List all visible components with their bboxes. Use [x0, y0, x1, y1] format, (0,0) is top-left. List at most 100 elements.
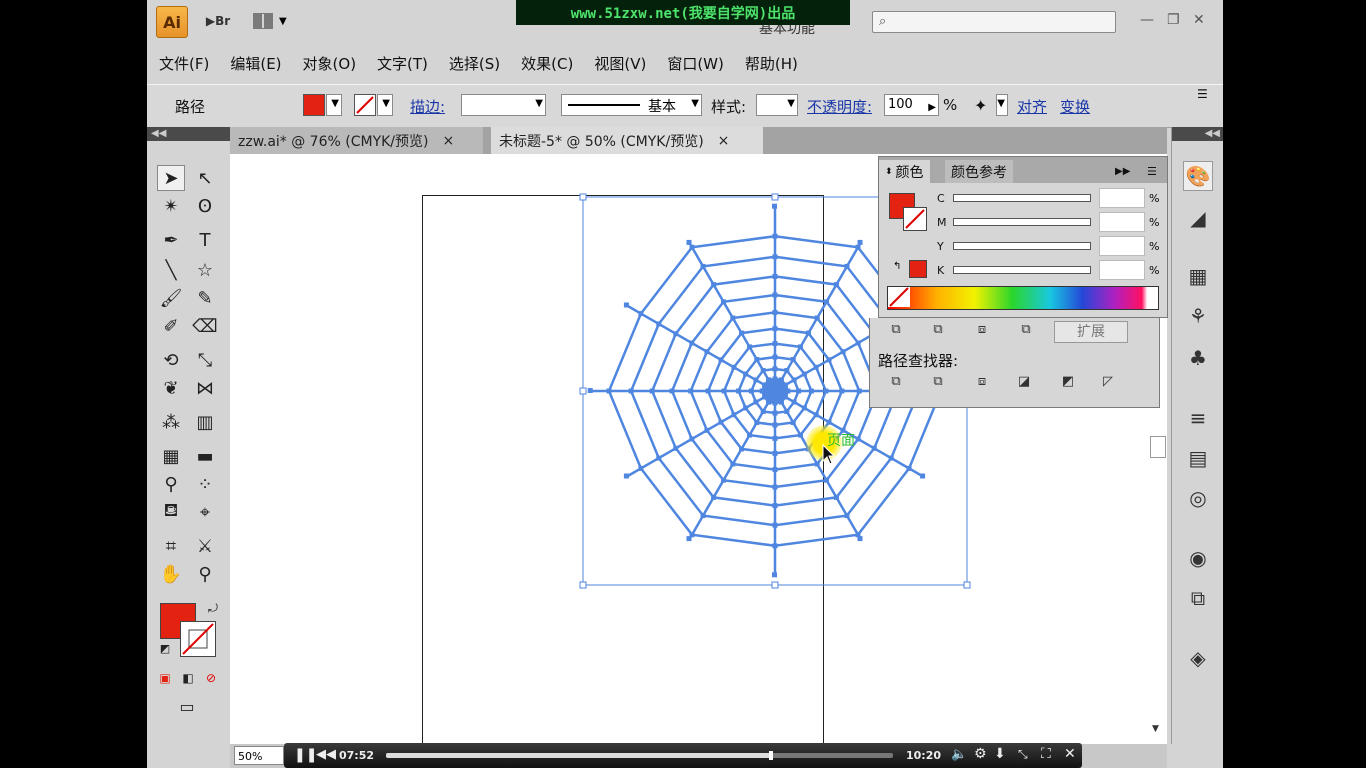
fill-dropdown[interactable]: ▼: [326, 94, 342, 116]
menu-help[interactable]: 帮助(H): [745, 53, 798, 74]
stroke-swatch[interactable]: [354, 94, 376, 116]
outline-icon[interactable]: ◩: [1058, 374, 1078, 392]
tab-untitled-5[interactable]: 未标题-5* @ 50% (CMYK/预览) ×: [491, 127, 763, 154]
tab-color-guide[interactable]: 颜色参考: [945, 160, 1013, 183]
layers-panel-icon[interactable]: ◈: [1183, 643, 1213, 673]
select-similar-icon[interactable]: ✦: [974, 96, 987, 115]
warp-tool-icon[interactable]: ❦: [157, 375, 185, 401]
menu-type[interactable]: 文字(T): [377, 53, 428, 74]
brushes-panel-icon[interactable]: ⚘: [1183, 301, 1213, 331]
eraser-tool-icon[interactable]: ⌫: [191, 313, 219, 339]
crop-icon[interactable]: ⧉: [1016, 322, 1036, 340]
swap-fill-stroke-icon[interactable]: ⤾: [199, 595, 227, 621]
intersect-icon[interactable]: ⧈: [972, 374, 992, 392]
zoom-tool-icon[interactable]: ⚲: [191, 561, 219, 587]
align-panel-link[interactable]: 对齐: [1017, 96, 1047, 117]
black-slider[interactable]: [953, 266, 1091, 274]
magic-wand-tool-icon[interactable]: ✴: [157, 193, 185, 219]
magenta-input[interactable]: [1099, 212, 1145, 232]
yellow-input[interactable]: [1099, 236, 1145, 256]
opacity-input[interactable]: 100 ▶: [884, 94, 939, 116]
menu-edit[interactable]: 编辑(E): [230, 53, 281, 74]
menu-effect[interactable]: 效果(C): [521, 53, 573, 74]
stroke-profile-select[interactable]: 基本 ▼: [561, 94, 702, 116]
zoom-field[interactable]: 50%: [234, 746, 284, 765]
yellow-slider-row[interactable]: Y%: [937, 236, 1159, 256]
gradient-panel-icon[interactable]: ▤: [1183, 443, 1213, 473]
cyan-slider-row[interactable]: C%: [937, 188, 1159, 208]
color-spectrum[interactable]: [887, 286, 1159, 310]
stroke-panel-link[interactable]: 描边:: [410, 96, 445, 117]
minus-back-icon[interactable]: ◸: [1098, 374, 1118, 392]
stroke-panel-icon[interactable]: ≡: [1183, 403, 1213, 433]
minus-front-icon[interactable]: ⧉: [928, 374, 948, 392]
live-paint-bucket-tool-icon[interactable]: ⛾: [157, 499, 185, 525]
shrink-icon[interactable]: ⤡: [1018, 747, 1028, 762]
lasso-tool-icon[interactable]: ʘ: [191, 193, 219, 219]
symbols-panel-icon[interactable]: ♣: [1183, 343, 1213, 373]
color-panel-icon[interactable]: 🎨: [1183, 161, 1213, 191]
menu-select[interactable]: 选择(S): [449, 53, 500, 74]
line-tool-icon[interactable]: ╲: [157, 257, 185, 283]
artboard-tool-icon[interactable]: ⌗: [157, 533, 185, 559]
live-paint-selection-tool-icon[interactable]: ⌖: [191, 499, 219, 525]
unite-icon[interactable]: ⧉: [886, 374, 906, 392]
collapse-icon[interactable]: ◀◀: [147, 127, 230, 141]
mesh-tool-icon[interactable]: ▦: [157, 443, 185, 469]
close-icon[interactable]: ✕: [1064, 746, 1076, 762]
minimize-button[interactable]: —: [1140, 12, 1154, 28]
gamut-color-swatch[interactable]: [909, 260, 927, 278]
star-tool-icon[interactable]: ☆: [191, 257, 219, 283]
appearance-panel-icon[interactable]: ◉: [1183, 543, 1213, 573]
bridge-button[interactable]: ▶ Br: [203, 11, 233, 31]
yellow-slider[interactable]: [953, 242, 1091, 250]
cyan-input[interactable]: [1099, 188, 1145, 208]
fill-swatch[interactable]: [303, 94, 325, 116]
magenta-slider[interactable]: [953, 218, 1091, 226]
stroke-color-box[interactable]: [180, 621, 216, 657]
graphic-style-select[interactable]: ▼: [756, 94, 798, 116]
tab-zzw[interactable]: zzw.ai* @ 76% (CMYK/预览) ×: [230, 127, 483, 154]
none-mode-icon[interactable]: ⊘: [197, 665, 225, 691]
volume-icon[interactable]: 🔈: [951, 747, 967, 762]
stroke-weight-field[interactable]: ▼: [461, 94, 546, 116]
fullscreen-icon[interactable]: ⛶: [1041, 746, 1051, 762]
menu-window[interactable]: 窗口(W): [667, 53, 724, 74]
merge-icon[interactable]: ⧈: [972, 322, 992, 340]
expand-button[interactable]: 扩展: [1054, 321, 1128, 343]
close-icon[interactable]: ×: [442, 133, 454, 149]
scale-tool-icon[interactable]: ⤡: [191, 347, 219, 373]
eyedropper-tool-icon[interactable]: ⚲: [157, 471, 185, 497]
pencil-tool-icon[interactable]: ✎: [191, 285, 219, 311]
pause-icon[interactable]: ❚❚: [294, 747, 317, 763]
select-similar-dropdown[interactable]: ▼: [996, 94, 1008, 116]
column-graph-tool-icon[interactable]: ▥: [191, 409, 219, 435]
slice-tool-icon[interactable]: ⚔: [191, 533, 219, 559]
default-colors-icon[interactable]: ◩: [151, 635, 179, 661]
transform-panel-link[interactable]: 变换: [1060, 96, 1090, 117]
blob-brush-tool-icon[interactable]: ✐: [157, 313, 185, 339]
free-transform-tool-icon[interactable]: ⋈: [191, 375, 219, 401]
close-button[interactable]: ✕: [1193, 12, 1205, 28]
type-tool-icon[interactable]: T: [191, 227, 219, 253]
screen-mode-icon[interactable]: ▭: [173, 693, 201, 719]
stroke-color-box[interactable]: [903, 207, 927, 231]
blend-tool-icon[interactable]: ⁘: [191, 471, 219, 497]
close-icon[interactable]: ×: [718, 133, 730, 149]
scroll-down-icon[interactable]: ▼: [1152, 724, 1159, 734]
black-input[interactable]: [1099, 260, 1145, 280]
exclude-icon[interactable]: ◪: [1014, 374, 1034, 392]
out-of-gamut-icon[interactable]: ↰: [893, 261, 901, 272]
stroke-dropdown[interactable]: ▼: [377, 94, 393, 116]
magenta-slider-row[interactable]: M%: [937, 212, 1159, 232]
control-bar-menu-icon[interactable]: ☰: [1197, 87, 1208, 101]
panel-menu-icon[interactable]: ☰: [1141, 160, 1163, 183]
search-input[interactable]: ⌕: [872, 11, 1116, 33]
color-guide-panel-icon[interactable]: ◢: [1183, 203, 1213, 233]
menu-object[interactable]: 对象(O): [303, 53, 357, 74]
selection-tool-icon[interactable]: ➤: [157, 165, 185, 191]
symbol-sprayer-tool-icon[interactable]: ⁂: [157, 409, 185, 435]
expand-panel-icon[interactable]: ▶▶: [1109, 160, 1136, 183]
opacity-panel-link[interactable]: 不透明度:: [807, 96, 872, 117]
hand-tool-icon[interactable]: ✋: [157, 561, 185, 587]
